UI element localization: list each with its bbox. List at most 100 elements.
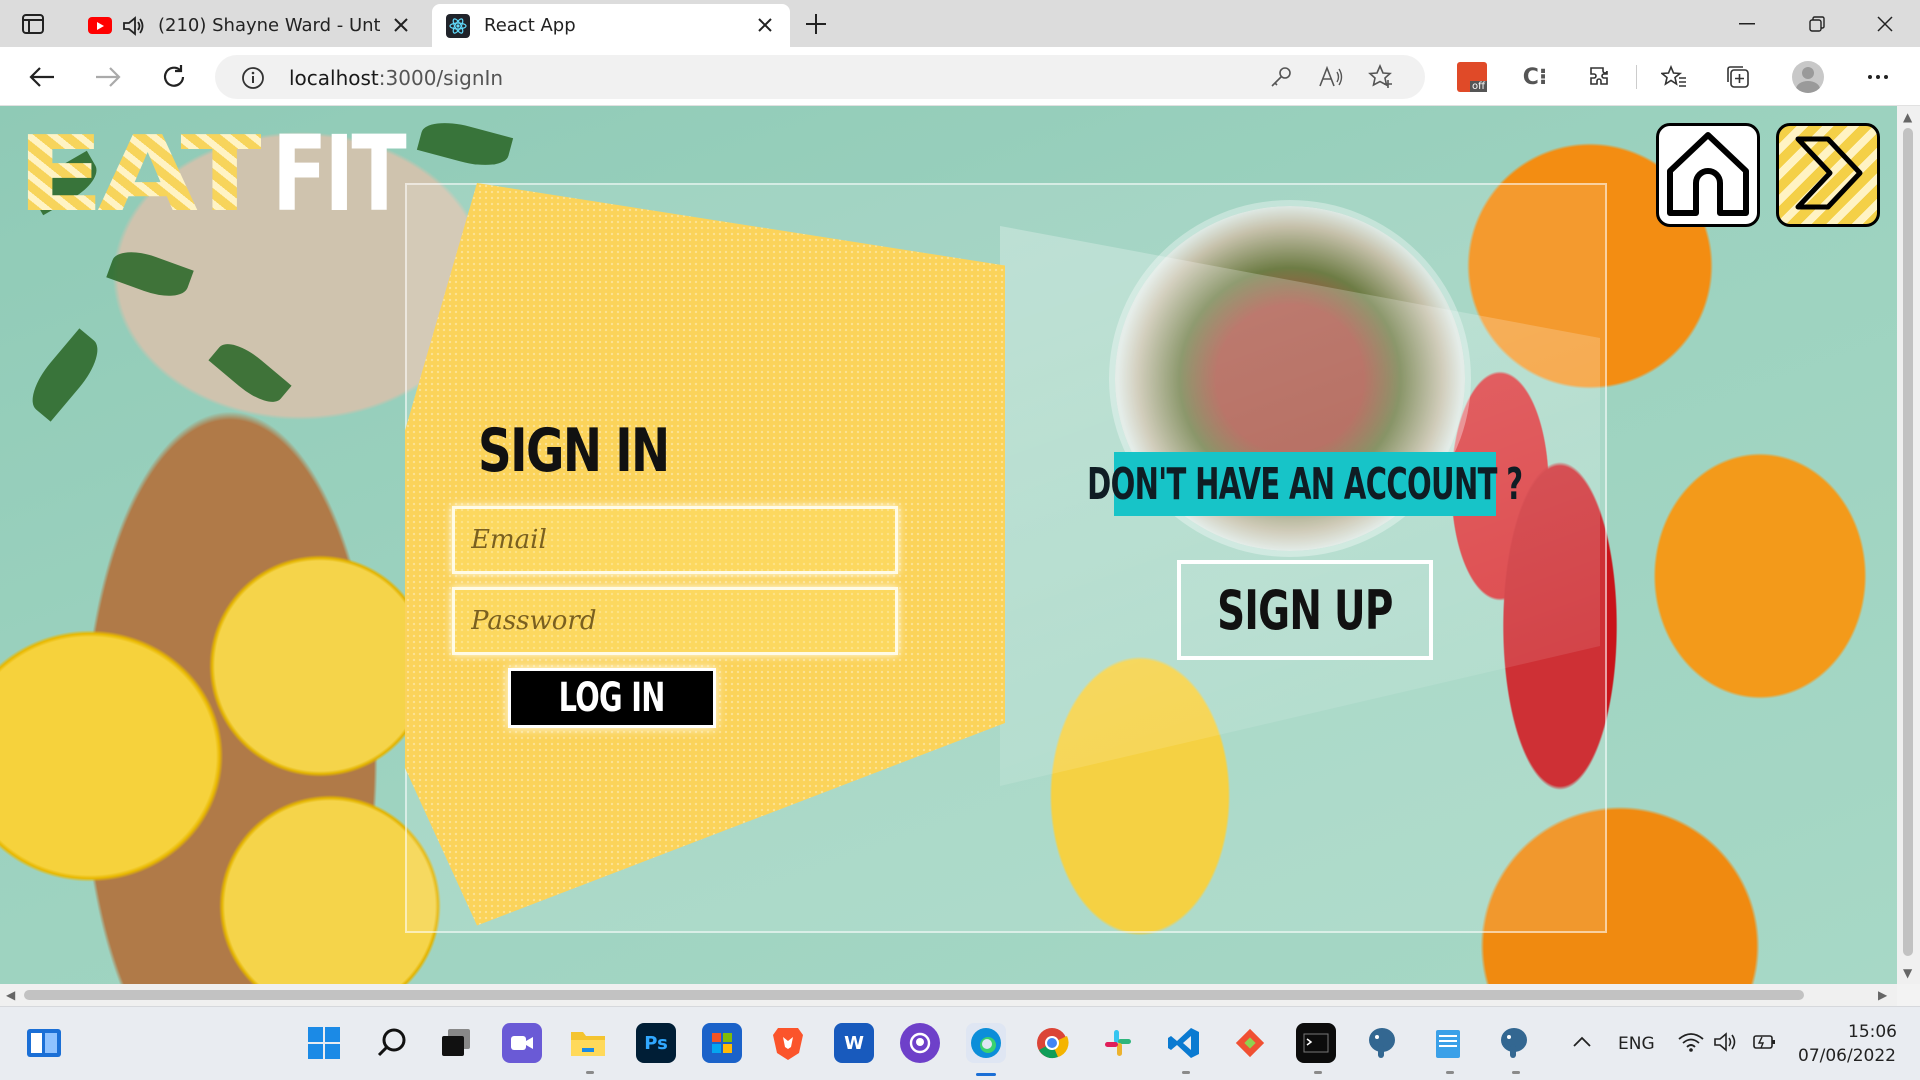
new-tab-icon[interactable] bbox=[800, 8, 832, 40]
scrollbar-thumb[interactable] bbox=[24, 990, 1804, 1000]
running-indicator bbox=[1512, 1071, 1520, 1074]
address-bar[interactable]: localhost:3000/signIn bbox=[215, 55, 1425, 99]
chrome-icon[interactable] bbox=[1032, 1023, 1072, 1063]
chevron-right-icon bbox=[1784, 129, 1872, 221]
postgres-icon-2[interactable] bbox=[1494, 1023, 1534, 1063]
running-indicator bbox=[1314, 1071, 1322, 1074]
info-icon[interactable] bbox=[241, 66, 265, 94]
clock-date[interactable]: 07/06/2022 bbox=[1798, 1046, 1896, 1066]
language-indicator[interactable]: ENG bbox=[1618, 1034, 1655, 1054]
url-host: localhost bbox=[289, 66, 379, 90]
task-view-icon[interactable] bbox=[436, 1023, 476, 1063]
login-button-label: LOG IN bbox=[559, 675, 666, 721]
widgets-icon[interactable] bbox=[24, 1023, 64, 1063]
extension-c-icon[interactable]: C⁝ bbox=[1517, 59, 1553, 95]
volume-icon[interactable] bbox=[1714, 1032, 1740, 1056]
url-path: :3000/signIn bbox=[378, 66, 504, 90]
email-field-wrapper bbox=[452, 506, 898, 574]
collections-icon[interactable] bbox=[1720, 59, 1756, 95]
close-icon[interactable] bbox=[754, 14, 776, 36]
login-button[interactable]: LOG IN bbox=[508, 668, 716, 728]
horizontal-scrollbar[interactable]: ◀ ▶ bbox=[0, 984, 1897, 1006]
email-input[interactable] bbox=[455, 509, 895, 571]
next-button[interactable] bbox=[1776, 123, 1880, 227]
photoshop-label: Ps bbox=[644, 1032, 668, 1054]
clock-time[interactable]: 15:06 bbox=[1848, 1022, 1897, 1042]
windows-taskbar: Ps W ENG 15:06 07/06/2022 bbox=[0, 1006, 1920, 1080]
tab-react-app[interactable]: React App bbox=[432, 4, 790, 47]
browser-tab-strip: (210) Shayne Ward - Until You React App bbox=[0, 0, 1920, 47]
wifi-icon[interactable] bbox=[1678, 1032, 1704, 1056]
tab-actions-icon[interactable] bbox=[18, 10, 48, 38]
home-button[interactable] bbox=[1656, 123, 1760, 227]
toolbar-divider bbox=[1636, 65, 1637, 89]
home-icon bbox=[1662, 127, 1754, 223]
git-icon[interactable] bbox=[1230, 1023, 1270, 1063]
tab-youtube[interactable]: (210) Shayne Ward - Until You bbox=[70, 4, 426, 47]
signup-button[interactable]: SIGN UP bbox=[1177, 560, 1433, 660]
vscode-icon[interactable] bbox=[1164, 1023, 1204, 1063]
search-icon[interactable] bbox=[372, 1023, 412, 1063]
forward-icon[interactable] bbox=[90, 59, 126, 95]
brave-icon[interactable] bbox=[768, 1023, 808, 1063]
signup-button-label: SIGN UP bbox=[1217, 578, 1393, 642]
scroll-down-icon[interactable]: ▼ bbox=[1903, 966, 1912, 980]
eatfit-logo[interactable]: EAT FIT bbox=[16, 113, 441, 235]
profile-avatar[interactable] bbox=[1790, 59, 1826, 95]
chat-icon[interactable] bbox=[502, 1023, 542, 1063]
extension-off-icon[interactable]: off bbox=[1454, 59, 1490, 95]
github-icon[interactable] bbox=[900, 1023, 940, 1063]
page-viewport: EAT FIT SIGN IN LOG IN DON'T HAVE AN ACC… bbox=[0, 106, 1897, 984]
browser-toolbar: localhost:3000/signIn off C⁝ bbox=[0, 47, 1920, 106]
word-label: W bbox=[844, 1032, 864, 1054]
leaf-decoration bbox=[208, 334, 292, 412]
speaker-icon[interactable] bbox=[122, 15, 146, 37]
password-field-wrapper bbox=[452, 587, 898, 655]
refresh-icon[interactable] bbox=[156, 59, 192, 95]
logo-eat-text: EAT bbox=[16, 113, 269, 235]
restore-icon[interactable] bbox=[1794, 6, 1840, 42]
more-icon[interactable] bbox=[1860, 59, 1896, 95]
leaf-decoration bbox=[21, 328, 109, 422]
url-text: localhost:3000/signIn bbox=[289, 66, 503, 90]
leaf-decoration bbox=[106, 243, 194, 305]
slack-icon[interactable] bbox=[1098, 1023, 1138, 1063]
running-indicator bbox=[1446, 1071, 1454, 1074]
extensions-icon[interactable] bbox=[1582, 59, 1618, 95]
youtube-icon bbox=[88, 17, 112, 34]
start-icon[interactable] bbox=[304, 1023, 344, 1063]
running-indicator bbox=[1182, 1071, 1190, 1074]
chevron-up-icon[interactable] bbox=[1572, 1033, 1592, 1052]
scroll-left-icon[interactable]: ◀ bbox=[6, 988, 15, 1002]
tab-title: (210) Shayne Ward - Until You bbox=[158, 15, 380, 36]
back-icon[interactable] bbox=[24, 59, 60, 95]
close-icon[interactable] bbox=[390, 14, 412, 36]
page-title: SIGN IN bbox=[478, 416, 670, 486]
no-account-text: DON'T HAVE AN ACCOUNT ? bbox=[1087, 458, 1523, 510]
password-input[interactable] bbox=[455, 590, 895, 652]
scroll-up-icon[interactable]: ▲ bbox=[1903, 110, 1912, 124]
no-account-prompt: DON'T HAVE AN ACCOUNT ? bbox=[1087, 452, 1523, 516]
favorites-icon[interactable] bbox=[1656, 59, 1692, 95]
scroll-right-icon[interactable]: ▶ bbox=[1878, 988, 1887, 1002]
battery-icon[interactable] bbox=[1750, 1033, 1776, 1055]
read-aloud-icon[interactable] bbox=[1315, 61, 1347, 93]
running-indicator bbox=[586, 1071, 594, 1074]
minimize-icon[interactable] bbox=[1724, 6, 1770, 42]
store-icon[interactable] bbox=[702, 1023, 742, 1063]
active-indicator bbox=[976, 1073, 996, 1076]
photoshop-icon[interactable]: Ps bbox=[636, 1023, 676, 1063]
notepad-icon[interactable] bbox=[1428, 1023, 1468, 1063]
logo-fit-text: FIT bbox=[272, 113, 407, 235]
edge-icon[interactable] bbox=[966, 1023, 1006, 1063]
scrollbar-thumb[interactable] bbox=[1903, 128, 1913, 956]
close-window-icon[interactable] bbox=[1862, 6, 1908, 42]
terminal-icon[interactable] bbox=[1296, 1023, 1336, 1063]
key-icon[interactable] bbox=[1265, 61, 1297, 93]
word-icon[interactable]: W bbox=[834, 1023, 874, 1063]
favorite-add-icon[interactable] bbox=[1365, 61, 1397, 93]
vertical-scrollbar[interactable]: ▲ ▼ bbox=[1897, 106, 1920, 984]
postgres-icon[interactable] bbox=[1362, 1023, 1402, 1063]
file-explorer-icon[interactable] bbox=[568, 1023, 608, 1063]
react-icon bbox=[446, 13, 470, 38]
